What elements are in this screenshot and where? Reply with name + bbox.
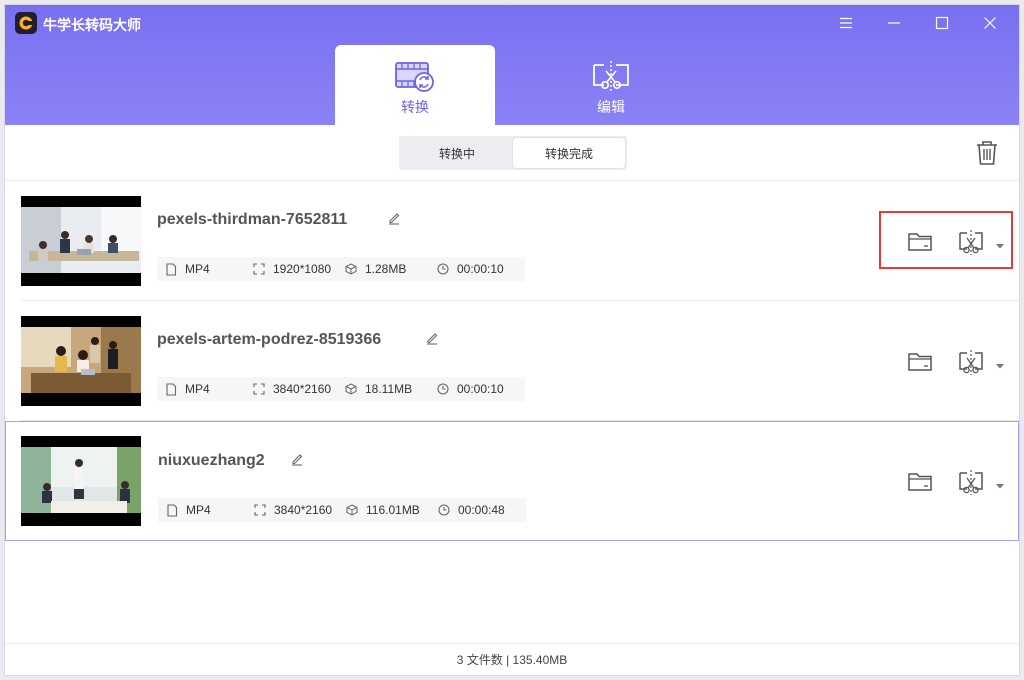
resolution-info: 3840*2160: [254, 503, 346, 517]
clock-icon: [437, 263, 449, 275]
thumbnail-image: [21, 207, 141, 273]
box-icon: [345, 383, 357, 395]
tab-edit-label: 编辑: [597, 99, 625, 115]
resolution-info: 3840*2160: [253, 382, 345, 396]
size-info: 116.01MB: [346, 503, 438, 517]
duration-value: 00:00:10: [457, 262, 504, 276]
pencil-icon: [389, 213, 400, 225]
format-value: MP4: [186, 503, 211, 517]
pencil-icon: [427, 333, 438, 345]
segment-converting[interactable]: 转换中: [401, 138, 513, 168]
format-info: MP4: [157, 262, 253, 276]
clock-icon: [438, 504, 450, 516]
delete-all-button[interactable]: [975, 140, 999, 171]
duration-info: 00:00:10: [437, 262, 504, 276]
video-thumbnail[interactable]: [21, 436, 141, 526]
resolution-icon: [253, 383, 265, 395]
file-icon: [166, 382, 177, 396]
edit-video-button[interactable]: [957, 348, 985, 381]
resolution-value: 3840*2160: [274, 503, 333, 517]
file-meta: MP4 3840*2160 18.11MB 00:00:10: [157, 377, 525, 401]
resolution-icon: [253, 263, 265, 275]
folder-icon: [908, 473, 932, 491]
format-info: MP4: [158, 503, 254, 517]
menu-button[interactable]: [833, 11, 859, 35]
action-highlight-box: [879, 211, 1013, 269]
file-name: pexels-thirdman-7652811: [157, 211, 348, 228]
format-value: MP4: [185, 382, 210, 396]
folder-icon: [908, 353, 932, 371]
maximize-icon: [935, 16, 949, 30]
convert-film-icon: [395, 62, 434, 92]
close-icon: [984, 17, 996, 29]
box-icon: [346, 504, 358, 516]
size-info: 1.28MB: [345, 262, 437, 276]
segment-done[interactable]: 转换完成: [513, 138, 625, 168]
app-logo: [15, 12, 37, 34]
minimize-icon: [888, 22, 900, 24]
rename-button[interactable]: [425, 331, 439, 350]
file-meta: MP4 3840*2160 116.01MB 00:00:48: [158, 498, 526, 522]
logo-icon: [19, 16, 33, 30]
minimize-button[interactable]: [881, 11, 907, 35]
size-value: 116.01MB: [366, 503, 420, 517]
thumbnail-image: [21, 447, 141, 513]
video-thumbnail[interactable]: [21, 196, 141, 286]
file-row[interactable]: pexels-artem-podrez-8519366 MP4 3840*216…: [5, 301, 1019, 421]
size-value: 18.11MB: [365, 382, 413, 396]
status-segmented-control: 转换中 转换完成: [399, 136, 627, 170]
file-icon: [166, 262, 177, 276]
file-row[interactable]: pexels-thirdman-7652811 MP4 1920*1080 1.…: [5, 181, 1019, 301]
app-window: 牛学长转码大师 转换 编辑 转换中 转换完成 pexels-thirdman-7…: [4, 4, 1020, 676]
file-name: niuxuezhang2: [158, 452, 265, 469]
toolbar: 转换中 转换完成: [5, 125, 1019, 181]
header-bar: 牛学长转码大师 转换 编辑: [5, 5, 1019, 125]
more-options-dropdown[interactable]: [995, 357, 1005, 375]
tab-convert[interactable]: 转换: [335, 45, 495, 125]
box-icon: [345, 263, 357, 275]
format-info: MP4: [157, 382, 253, 396]
file-row-selected[interactable]: niuxuezhang2 MP4 3840*2160 116.01MB 00:0…: [5, 421, 1019, 541]
video-thumbnail[interactable]: [21, 316, 141, 406]
rename-button[interactable]: [387, 211, 401, 230]
resolution-value: 3840*2160: [273, 382, 332, 396]
rename-button[interactable]: [290, 452, 304, 471]
status-bar: 3 文件数 | 135.40MB: [5, 643, 1019, 675]
trash-icon: [977, 141, 997, 165]
file-summary: 3 文件数 | 135.40MB: [456, 653, 568, 667]
file-name: pexels-artem-podrez-8519366: [157, 331, 382, 348]
app-title: 牛学长转码大师: [43, 17, 141, 33]
open-folder-button[interactable]: [907, 471, 933, 498]
close-button[interactable]: [977, 11, 1003, 35]
duration-info: 00:00:48: [438, 503, 505, 517]
menu-icon: [840, 17, 852, 29]
duration-value: 00:00:10: [457, 382, 504, 396]
open-folder-button[interactable]: [907, 351, 933, 378]
clock-icon: [437, 383, 449, 395]
pencil-icon: [292, 454, 303, 466]
tab-convert-label: 转换: [401, 99, 429, 115]
caret-down-icon: [996, 484, 1004, 489]
caret-down-icon: [996, 364, 1004, 369]
edit-scissors-icon: [593, 61, 629, 91]
tab-edit[interactable]: 编辑: [531, 45, 691, 125]
resolution-value: 1920*1080: [273, 262, 332, 276]
duration-value: 00:00:48: [458, 503, 505, 517]
duration-info: 00:00:10: [437, 382, 504, 396]
resolution-icon: [254, 504, 266, 516]
scissors-icon: [959, 350, 983, 375]
more-options-dropdown[interactable]: [995, 477, 1005, 495]
size-value: 1.28MB: [365, 262, 407, 276]
format-value: MP4: [185, 262, 210, 276]
scissors-icon: [959, 470, 983, 495]
size-info: 18.11MB: [345, 382, 437, 396]
maximize-button[interactable]: [929, 11, 955, 35]
thumbnail-image: [21, 327, 141, 393]
resolution-info: 1920*1080: [253, 262, 345, 276]
file-meta: MP4 1920*1080 1.28MB 00:00:10: [157, 257, 525, 281]
edit-video-button[interactable]: [957, 468, 985, 501]
file-icon: [167, 503, 178, 517]
